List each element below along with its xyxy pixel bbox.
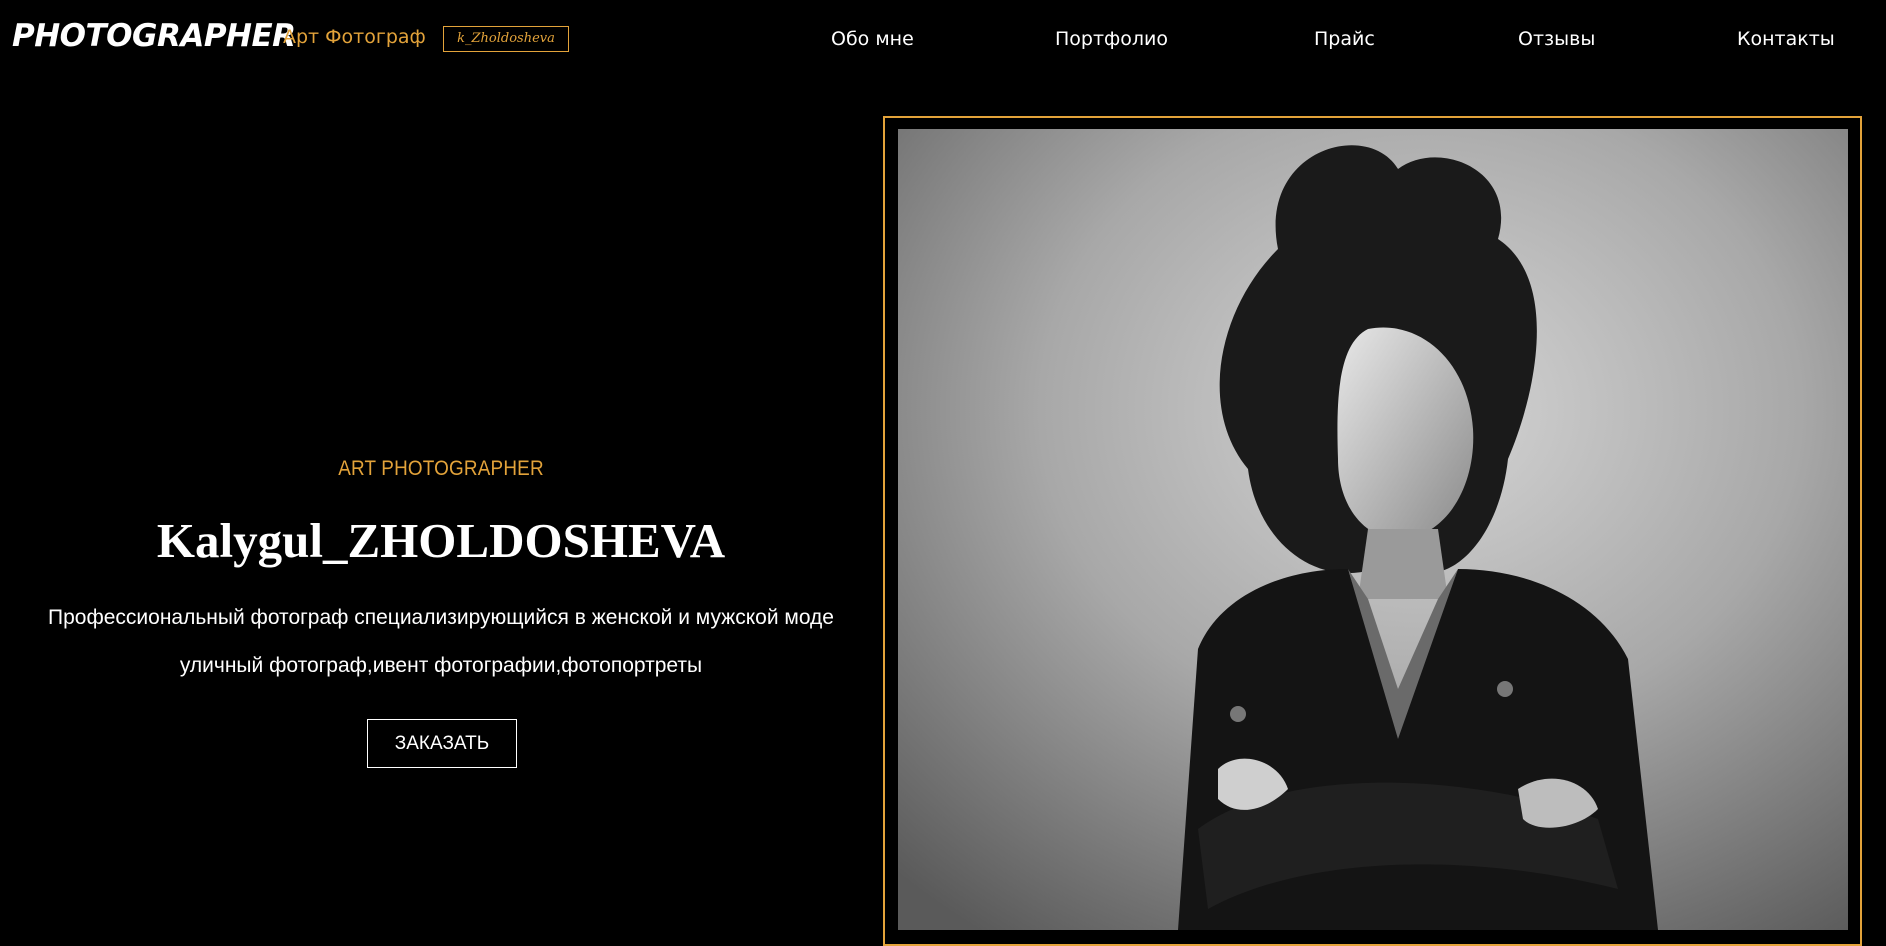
nav-item-reviews[interactable]: Отзывы <box>1518 28 1595 50</box>
nav-item-price[interactable]: Прайс <box>1314 28 1375 50</box>
hero-description-line2: уличный фотограф,ивент фотографии,фотопо… <box>179 654 703 677</box>
hero-description-line1: Профессиональный фотограф специализирующ… <box>48 606 834 629</box>
portrait-photo <box>898 129 1848 930</box>
nav-item-portfolio[interactable]: Портфолио <box>1055 28 1168 50</box>
order-button[interactable]: ЗАКАЗАТЬ <box>367 719 517 768</box>
portrait-illustration <box>898 129 1848 930</box>
nav-item-contacts[interactable]: Контакты <box>1737 28 1835 50</box>
hero-name: Kalygul_ZHOLDOSHEVA <box>156 513 726 568</box>
hero-text-section: ART PHOTOGRAPHER Kalygul_ZHOLDOSHEVA Про… <box>0 0 882 930</box>
hero-tagline: ART PHOTOGRAPHER <box>338 457 544 480</box>
